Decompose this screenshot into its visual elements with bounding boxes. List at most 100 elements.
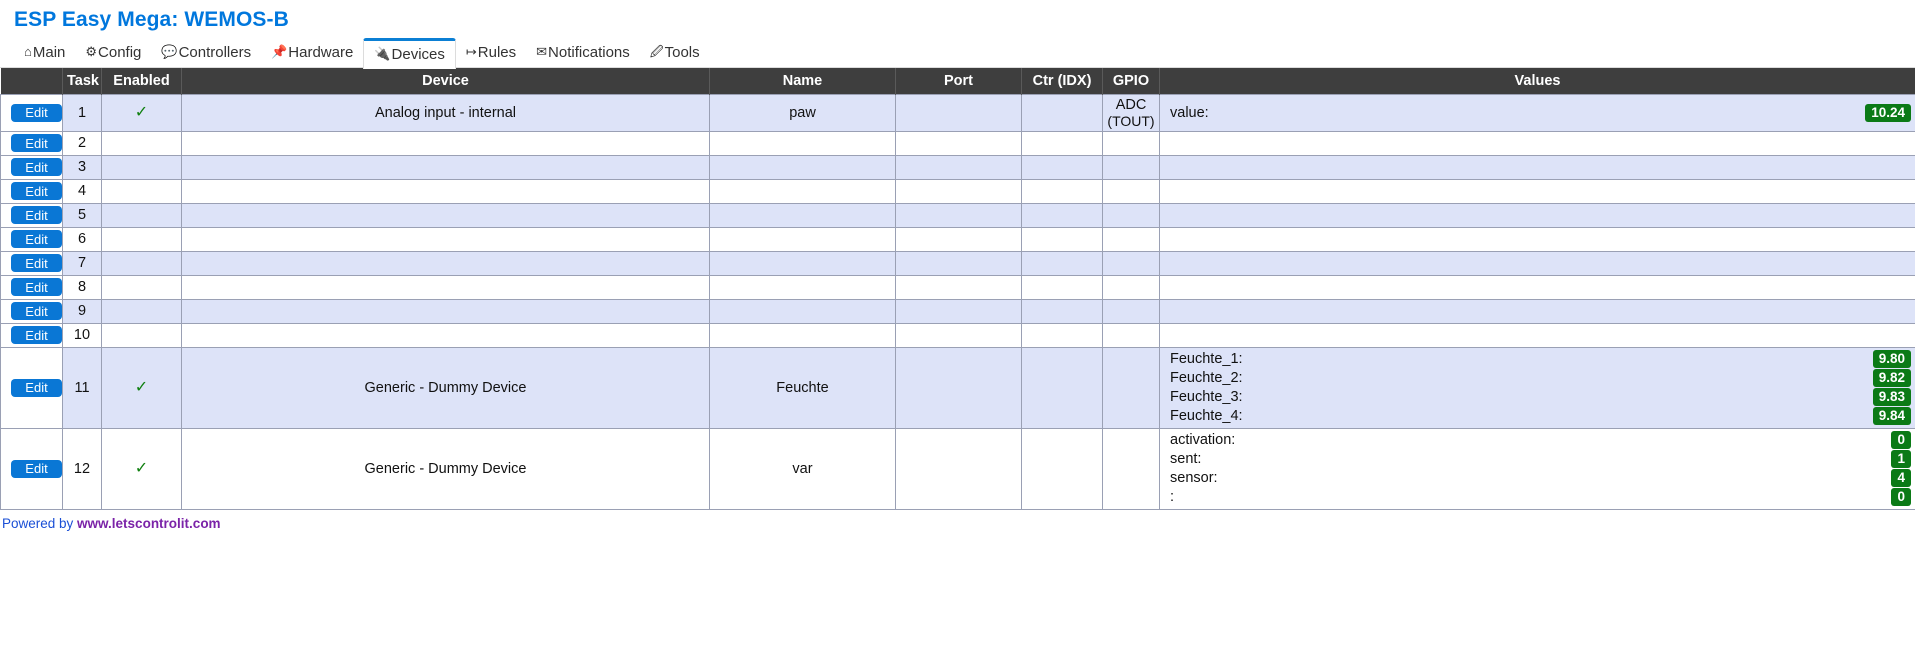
- device-name: [181, 298, 710, 324]
- device-name: [181, 226, 710, 252]
- footer-prefix: Powered by: [2, 515, 78, 531]
- edit-button[interactable]: Edit: [11, 158, 62, 176]
- column-header-device: Device: [181, 68, 710, 94]
- value-badge: 9.83: [1872, 388, 1911, 406]
- task-name: paw: [709, 93, 896, 132]
- edit-cell: Edit: [0, 274, 63, 300]
- footer: Powered by www.letscontrolit.com: [0, 510, 1915, 531]
- task-name: [709, 274, 896, 300]
- ctr-idx-value: [1021, 250, 1103, 276]
- edit-button[interactable]: Edit: [11, 302, 62, 320]
- gpio-value: [1102, 322, 1160, 348]
- table-row: Edit 11 ✓ Generic - Dummy Device Feuchte Feuc…: [0, 346, 1915, 429]
- value-badge: 0: [1891, 488, 1911, 506]
- check-icon: ✓: [134, 459, 149, 477]
- ctr-idx-value: [1021, 346, 1103, 429]
- port-value: [895, 226, 1022, 252]
- enabled-cell: [101, 226, 182, 252]
- value-badge: 4: [1891, 469, 1911, 487]
- device-name: Generic - Dummy Device: [181, 346, 710, 429]
- device-name: [181, 274, 710, 300]
- edit-button[interactable]: Edit: [11, 103, 62, 122]
- edit-button[interactable]: Edit: [11, 459, 62, 478]
- value-row: Feuchte_2: 9.82: [1164, 369, 1911, 388]
- tab-config[interactable]: ⚙Config: [75, 38, 151, 68]
- edit-button[interactable]: Edit: [11, 182, 62, 200]
- value-badge: 0: [1891, 431, 1911, 449]
- value-label: Feuchte_1:: [1170, 351, 1243, 367]
- edit-button[interactable]: Edit: [11, 254, 62, 272]
- tab-notifications[interactable]: ✉Notifications: [526, 38, 640, 68]
- column-header-port: Port: [895, 68, 1022, 94]
- edit-cell: Edit: [0, 322, 63, 348]
- edit-button[interactable]: Edit: [11, 278, 62, 296]
- chat-icon: 💬: [161, 44, 178, 59]
- edit-button[interactable]: Edit: [11, 326, 62, 344]
- table-row: Edit 5: [0, 202, 1915, 228]
- port-value: [895, 322, 1022, 348]
- edit-button[interactable]: Edit: [11, 378, 62, 397]
- port-value: [895, 427, 1022, 510]
- column-header-task: Task: [62, 68, 102, 94]
- edit-cell: Edit: [0, 427, 63, 510]
- enabled-cell: [101, 154, 182, 180]
- tab-tools[interactable]: 🖉Tools: [640, 38, 710, 68]
- enabled-cell: [101, 274, 182, 300]
- device-name: [181, 178, 710, 204]
- edit-button[interactable]: Edit: [11, 230, 62, 248]
- task-number: 12: [62, 427, 102, 510]
- tab-controllers[interactable]: 💬Controllers: [151, 38, 261, 68]
- ctr-idx-value: [1021, 130, 1103, 156]
- tab-label: Config: [98, 44, 142, 61]
- gpio-value: [1102, 154, 1160, 180]
- value-label: sensor:: [1170, 470, 1218, 486]
- tab-main[interactable]: ⌂Main: [14, 38, 75, 68]
- tab-devices[interactable]: 🔌Devices: [363, 38, 456, 69]
- values-cell: [1159, 202, 1915, 228]
- column-header-ctr-idx: Ctr (IDX): [1021, 68, 1103, 94]
- footer-link[interactable]: www.letscontrolit.com: [77, 516, 221, 531]
- task-name: [709, 250, 896, 276]
- device-name: [181, 202, 710, 228]
- values-cell: [1159, 298, 1915, 324]
- port-value: [895, 346, 1022, 429]
- mail-icon: ✉: [536, 44, 548, 59]
- gear-icon: ⚙: [85, 44, 98, 59]
- edit-cell: Edit: [0, 202, 63, 228]
- column-header-enabled: Enabled: [101, 68, 182, 94]
- gpio-value: [1102, 346, 1160, 429]
- ctr-idx-value: [1021, 226, 1103, 252]
- task-number: 1: [62, 93, 102, 132]
- gpio-value: [1102, 178, 1160, 204]
- gpio-value: [1102, 250, 1160, 276]
- edit-button[interactable]: Edit: [11, 134, 62, 152]
- enabled-cell: ✓: [101, 93, 182, 132]
- ctr-idx-value: [1021, 93, 1103, 132]
- devices-table: Task Enabled Device Name Port Ctr (IDX) GPIO Va…: [0, 68, 1915, 510]
- values-cell: [1159, 322, 1915, 348]
- tab-rules[interactable]: ↦Rules: [456, 38, 526, 68]
- task-name: [709, 226, 896, 252]
- gpio-value: [1102, 202, 1160, 228]
- edit-button[interactable]: Edit: [11, 206, 62, 224]
- task-number: 9: [62, 298, 102, 324]
- port-value: [895, 130, 1022, 156]
- port-value: [895, 202, 1022, 228]
- ctr-idx-value: [1021, 202, 1103, 228]
- values-cell: [1159, 226, 1915, 252]
- device-name: [181, 154, 710, 180]
- tab-hardware[interactable]: 📌Hardware: [261, 38, 363, 68]
- edit-cell: Edit: [0, 154, 63, 180]
- devices-table-body: Edit 1 ✓ Analog input - internal paw ADC (TOUT…: [0, 93, 1915, 510]
- table-row: Edit 4: [0, 178, 1915, 204]
- tab-label: Tools: [664, 44, 700, 61]
- value-badge: 9.80: [1872, 350, 1911, 368]
- value-row: Feuchte_3: 9.83: [1164, 388, 1911, 407]
- enabled-cell: [101, 178, 182, 204]
- task-name: var: [709, 427, 896, 510]
- port-value: [895, 178, 1022, 204]
- ctr-idx-value: [1021, 427, 1103, 510]
- enabled-cell: [101, 130, 182, 156]
- table-row: Edit 8: [0, 274, 1915, 300]
- pin-icon: 📌: [271, 44, 288, 59]
